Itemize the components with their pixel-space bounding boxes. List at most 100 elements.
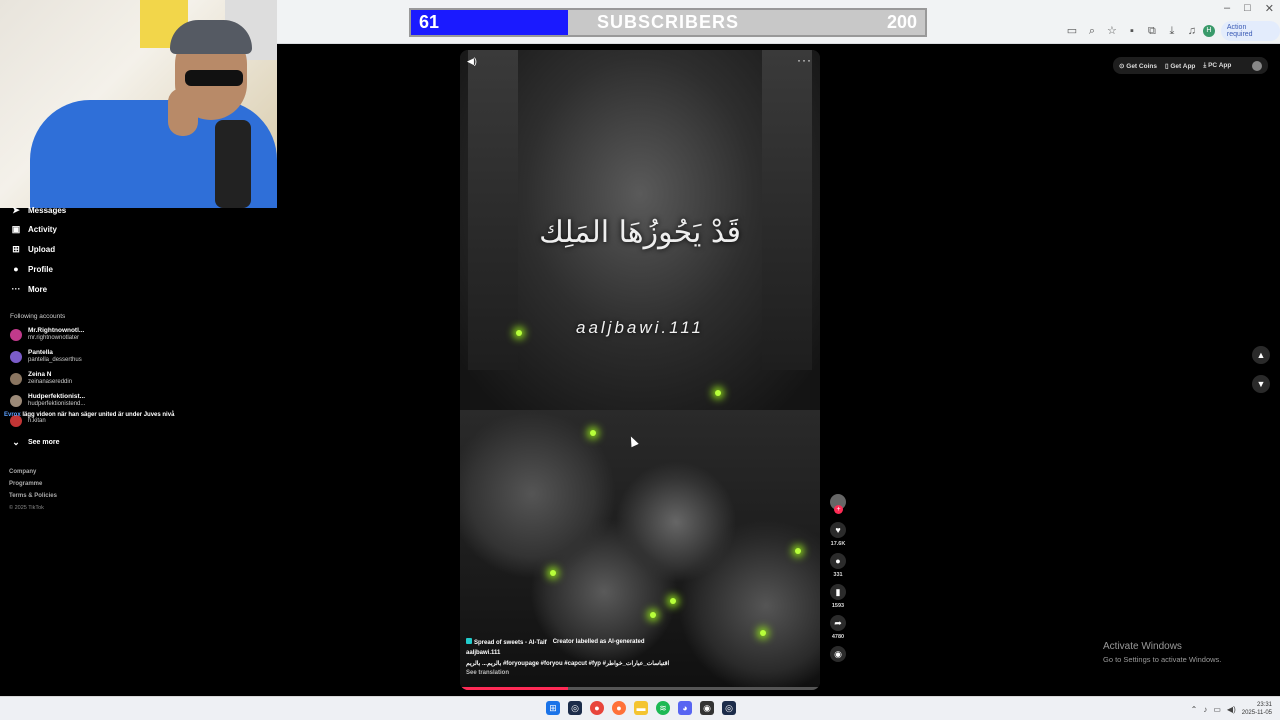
media-icon[interactable]: ♫ [1183,23,1201,39]
share-count: 4780 [831,634,845,640]
download-icon[interactable]: ⤓ [1163,23,1181,39]
video-description: بالريم... بالريم #foryoupage #foryou #ca… [466,661,670,667]
steam-icon[interactable]: ◎ [722,701,736,715]
firefly [550,570,556,576]
network-icon[interactable]: ▭ [1213,705,1221,714]
bookmark-icon: ▮ [830,584,846,600]
firefly [650,612,656,618]
more-options-icon[interactable]: ··· [797,53,812,67]
chevron-up-icon: ▲ [1256,350,1266,360]
footer-link-terms[interactable]: Terms & Policies [9,490,57,502]
maximize-icon[interactable]: □ [1244,2,1251,15]
creator-avatar[interactable]: + [830,494,846,514]
zoom-icon[interactable]: ⌕ [1083,23,1101,39]
account-handle: mr.rightnownotlater [28,335,80,341]
pc-app-button[interactable]: ⤓ PC App [1203,62,1231,70]
chrome-icon[interactable]: ● [590,701,604,715]
toolbar-icons: ▭ ⌕ ☆ ▪ ⧉ ⤓ ♫ H Action required [1061,21,1280,41]
footer-link-company[interactable]: Company [9,466,57,478]
following-accounts-header: Following accounts [10,313,66,320]
minimize-icon[interactable]: – [1224,2,1230,15]
video-watermark: aaljbawi.111 [576,318,704,337]
account-handle: pantella_desserthus [28,357,82,363]
share-button[interactable]: ➦ 4780 [828,615,848,640]
see-more-button[interactable]: ⌄ See more [10,436,59,448]
discord-icon[interactable]: ◕ [678,701,692,715]
microphone [215,120,251,208]
subscriber-label: SUBSCRIBERS [596,12,740,32]
share-icon: ➦ [830,615,846,631]
get-coins-label: Get Coins [1126,62,1157,70]
music-label: Spread of sweets - Al-Taif [474,640,547,646]
streamer-sunglasses [185,70,243,86]
star-icon[interactable]: ☆ [1103,23,1121,39]
volume-icon[interactable]: ◀) [467,56,477,67]
sidebar-item-messages[interactable]: ➤ Messages [10,204,66,216]
like-button[interactable]: ♥ 17.6K [828,522,848,547]
get-app-button[interactable]: ▯ Get App [1165,62,1195,70]
account-name: Pantella [28,349,53,356]
streamer-cap [170,20,252,54]
window-controls: – □ ✕ [1224,2,1274,15]
footer-link-programme[interactable]: Programme [9,478,57,490]
user-avatar[interactable] [1252,60,1262,71]
see-translation-link[interactable]: See translation [466,670,806,676]
folder-icon[interactable]: ▬ [634,701,648,715]
following-account[interactable]: Mr.Rightnownotl... mr.rightnownotlater [10,327,84,342]
avatar [10,350,22,363]
top-right-menu: ⊙ Get Coins ▯ Get App ⤓ PC App [1113,57,1268,74]
profile-icon[interactable]: H [1202,25,1215,37]
sidebar-item-label: Messages [28,205,67,215]
activate-subtitle: Go to Settings to activate Windows. [1103,655,1222,664]
extension-icon[interactable]: ▪ [1123,23,1141,39]
steam-icon[interactable]: ◎ [568,701,582,715]
music-link[interactable]: Spread of sweets - Al-Taif [466,638,547,646]
sidebar-item-label: Profile [28,264,53,274]
account-handle: h.kitan [28,417,46,424]
windows-start-icon[interactable]: ⊞ [546,701,560,715]
video-caption: قَدْ يَحُوزُهَا المَلِك [539,215,741,250]
video-progress-fill [460,687,568,690]
puzzle-icon[interactable]: ⧉ [1143,23,1161,39]
close-icon[interactable]: ✕ [1265,2,1274,15]
comment-button[interactable]: ● 331 [828,553,848,578]
tray-chevron-icon[interactable]: ⌃ [1191,705,1198,714]
microphone-icon[interactable]: ♪ [1203,705,1207,714]
comment-icon: ● [830,553,846,569]
following-account[interactable]: Zeina Nzeinanasereddin [10,371,72,386]
cast-icon[interactable]: ▭ [1063,23,1081,39]
taskbar-apps: ⊞ ◎ ● ● ▬ ≋ ◕ ◉ ◎ [546,701,736,715]
copyright: © 2025 TikTok [9,505,44,511]
chevron-down-icon: ▼ [1256,379,1266,389]
sidebar-item-label: Upload [28,244,56,254]
action-required-button[interactable]: Action required [1220,21,1280,41]
video-player[interactable]: قَدْ يَحُوزُهَا المَلِك aaljbawi.111 ◀) … [460,50,820,690]
plus-square-icon: ⊞ [12,243,20,254]
video-author[interactable]: aaljbawi.111 [466,650,806,656]
next-video-button[interactable]: ▼ [1252,375,1270,393]
music-disc-button[interactable]: ◉ [828,646,848,662]
webcam-feed [0,0,277,208]
system-tray: ⌃ ♪ ▭ ◀) 23:31 2025-11-05 [1191,701,1272,717]
spotify-icon[interactable]: ≋ [656,701,670,715]
sidebar: ➤ Messages ▣ Activity ⊞ Upload ● Profile… [0,200,277,520]
previous-video-button[interactable]: ▲ [1252,346,1270,364]
sidebar-item-upload[interactable]: ⊞ Upload [10,243,55,255]
pc-app-label: PC App [1208,61,1232,69]
speaker-icon[interactable]: ◀) [1227,705,1236,714]
video-progress-bar[interactable] [460,687,820,690]
following-account[interactable]: Pantella pantella_desserthus [10,349,82,364]
bookmark-count: 1593 [831,603,845,609]
following-account[interactable]: Hudperfektionist... hudperfektionistend..… [10,393,85,408]
obs-icon[interactable]: ◉ [700,701,714,715]
sidebar-item-activity[interactable]: ▣ Activity [10,223,57,235]
clock[interactable]: 23:31 2025-11-05 [1242,701,1272,717]
sidebar-item-profile[interactable]: ● Profile [10,263,53,275]
follow-plus-icon[interactable]: + [834,505,843,514]
firefox-icon[interactable]: ● [612,701,626,715]
bookmark-button[interactable]: ▮ 1593 [828,584,848,609]
get-coins-button[interactable]: ⊙ Get Coins [1119,62,1157,70]
taskbar: ⊞ ◎ ● ● ▬ ≋ ◕ ◉ ◎ ⌃ ♪ ▭ ◀) 23:31 2025-11… [0,696,1280,720]
sidebar-item-more[interactable]: ··· More [10,283,48,295]
ai-label: Creator labelled as AI-generated [552,639,645,645]
